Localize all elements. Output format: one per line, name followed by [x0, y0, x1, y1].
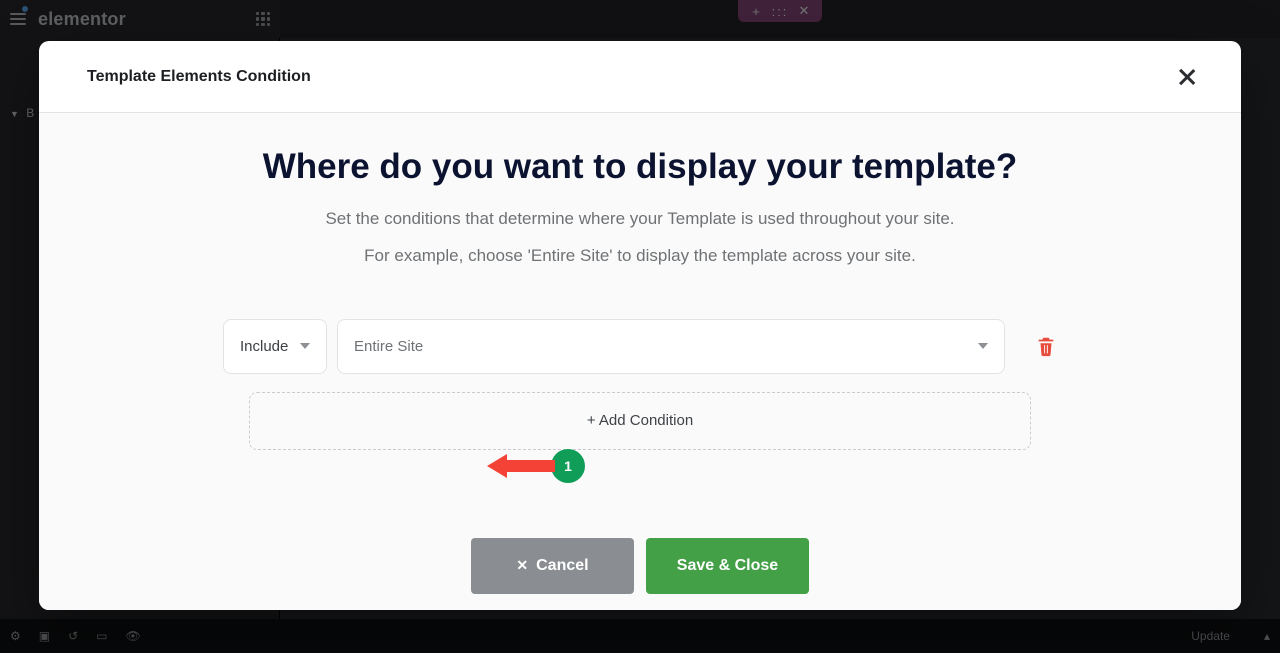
- save-and-close-button[interactable]: Save & Close: [646, 538, 809, 594]
- modal-heading: Where do you want to display your templa…: [79, 147, 1201, 187]
- conditions-modal: Template Elements Condition Where do you…: [39, 41, 1241, 610]
- modal-description-1: Set the conditions that determine where …: [230, 205, 1050, 234]
- delete-condition-button[interactable]: [1035, 335, 1057, 357]
- annotation-step-1: 1: [505, 451, 583, 481]
- display-area-select[interactable]: Entire Site: [337, 319, 1005, 374]
- modal-body: Where do you want to display your templa…: [39, 113, 1241, 610]
- modal-footer-actions: ✕ Cancel Save & Close: [79, 538, 1201, 594]
- close-icon: ✕: [516, 557, 528, 574]
- close-icon[interactable]: [1177, 67, 1197, 87]
- caret-down-icon: [300, 343, 310, 349]
- condition-row: Include Entire Site: [79, 319, 1201, 374]
- modal-description-2: For example, choose 'Entire Site' to dis…: [230, 242, 1050, 271]
- trash-icon: [1035, 335, 1057, 357]
- step-badge: 1: [553, 451, 583, 481]
- area-select-value: Entire Site: [354, 338, 423, 355]
- caret-down-icon: [978, 343, 988, 349]
- modal-header: Template Elements Condition: [39, 41, 1241, 113]
- modal-title: Template Elements Condition: [87, 68, 311, 86]
- include-exclude-select[interactable]: Include: [223, 319, 327, 374]
- include-select-value: Include: [240, 338, 288, 355]
- add-condition-button[interactable]: + Add Condition: [249, 392, 1031, 450]
- cancel-button[interactable]: ✕ Cancel: [471, 538, 634, 594]
- arrow-left-icon: [505, 460, 555, 472]
- cancel-label: Cancel: [536, 557, 588, 575]
